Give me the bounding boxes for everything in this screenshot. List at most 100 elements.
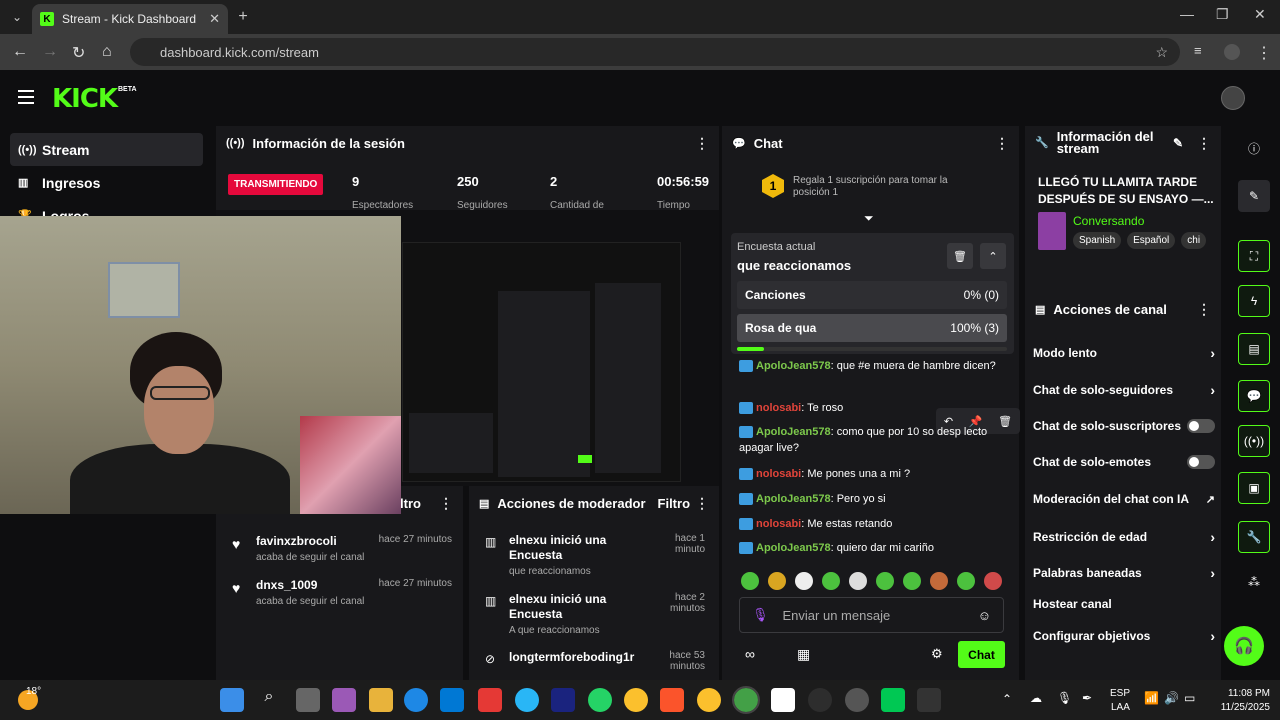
store-icon[interactable]: ▦	[797, 646, 810, 663]
language-code[interactable]: ESP	[1110, 688, 1130, 699]
feed-menu-icon[interactable]: ⋮	[439, 495, 453, 512]
tab-close-icon[interactable]: ✕	[209, 11, 220, 27]
maximize-icon[interactable]: ❐	[1216, 6, 1229, 23]
tools-icon[interactable]: 🔧	[1238, 521, 1270, 553]
action-goals[interactable]: Configurar objetivos ›	[1033, 628, 1215, 644]
battery-icon[interactable]: ▭	[1184, 691, 1195, 705]
document-icon[interactable]: ▤	[1238, 333, 1270, 365]
screen-capture-icon[interactable]: ⛶	[1238, 240, 1270, 272]
chat-username[interactable]: nolosabi	[756, 402, 801, 414]
tray-chevron-icon[interactable]: ⌃	[1002, 692, 1012, 706]
chrome-icon[interactable]	[697, 688, 721, 712]
chat-username[interactable]: ApoloJean578	[756, 426, 831, 438]
action-banned-words[interactable]: Palabras baneadas ›	[1033, 565, 1215, 581]
emote-icon[interactable]	[822, 572, 840, 590]
action-host-channel[interactable]: Hostear canal	[1033, 597, 1215, 611]
file-explorer-icon[interactable]	[369, 688, 393, 712]
emoji-icon[interactable]: ☺	[978, 608, 991, 623]
session-menu-icon[interactable]: ⋮	[695, 135, 709, 152]
browser-menu-icon[interactable]: ⋮	[1256, 43, 1272, 63]
new-tab-icon[interactable]: +	[232, 6, 254, 28]
reload-icon[interactable]: ↻	[72, 43, 85, 63]
send-chat-button[interactable]: Chat	[958, 641, 1005, 668]
back-icon[interactable]: ←	[12, 43, 28, 61]
wifi-icon[interactable]: 📶	[1144, 691, 1159, 705]
menu-icon[interactable]	[18, 90, 34, 104]
media-icon[interactable]: ≡	[1194, 43, 1202, 58]
chat-menu-icon[interactable]: ⋮	[995, 135, 1009, 152]
capcut-icon[interactable]	[771, 688, 795, 712]
language-layout[interactable]: LAA	[1111, 702, 1130, 713]
tag[interactable]: chi	[1181, 232, 1207, 249]
poll-delete-icon[interactable]: 🗑	[947, 243, 973, 269]
windows-start-icon[interactable]	[220, 688, 244, 712]
chat-input[interactable]: 🎙 Enviar un mensaje ☺	[739, 597, 1004, 633]
support-headset-icon[interactable]: 🎧	[1224, 626, 1264, 666]
user-avatar[interactable]	[1221, 86, 1245, 110]
bookmark-star-icon[interactable]: ☆	[1155, 44, 1168, 61]
steam-icon[interactable]	[551, 688, 575, 712]
copilot-icon[interactable]	[332, 688, 356, 712]
emote-icon[interactable]	[957, 572, 975, 590]
browser-tab[interactable]: K Stream - Kick Dashboard ✕	[32, 4, 228, 34]
whatsapp-icon[interactable]	[588, 688, 612, 712]
broadcast-rail-icon[interactable]: ((•))	[1238, 425, 1270, 457]
settings-icon[interactable]: ⚙	[931, 646, 943, 662]
stream-info-menu-icon[interactable]: ⋮	[1197, 136, 1211, 150]
search-icon[interactable]: ⌕	[257, 688, 281, 712]
kick-app-icon[interactable]	[881, 688, 905, 712]
emote-icon[interactable]	[795, 572, 813, 590]
action-slow-mode[interactable]: Modo lento ›	[1033, 345, 1215, 361]
emote-icon[interactable]	[849, 572, 867, 590]
info-icon[interactable]: ⓘ	[1238, 132, 1270, 164]
emote-icon[interactable]	[876, 572, 894, 590]
poll-collapse-icon[interactable]: ⌃	[980, 243, 1006, 269]
emote-icon[interactable]	[741, 572, 759, 590]
mod-filter-button[interactable]: Filtro	[658, 496, 691, 511]
chrome-icon[interactable]	[624, 688, 648, 712]
chat-username[interactable]: nolosabi	[756, 518, 801, 530]
emote-icon[interactable]	[930, 572, 948, 590]
app-icon[interactable]	[515, 688, 539, 712]
emote-icon[interactable]	[768, 572, 786, 590]
action-age-restriction[interactable]: Restricción de edad ›	[1033, 529, 1215, 545]
action-followers-only[interactable]: Chat de solo-seguidores ›	[1033, 382, 1215, 398]
tag[interactable]: Spanish	[1073, 232, 1122, 249]
profile-icon[interactable]	[1224, 44, 1240, 60]
brave-icon[interactable]	[660, 688, 684, 712]
kick-logo[interactable]: KICK	[52, 84, 118, 114]
chat-username[interactable]: nolosabi	[756, 468, 801, 480]
store-app-icon[interactable]	[440, 688, 464, 712]
edit-pencil-icon[interactable]: ✎	[1238, 180, 1270, 212]
subscribers-only-toggle[interactable]	[1187, 419, 1215, 433]
channel-actions-menu-icon[interactable]: ⋮	[1197, 301, 1211, 318]
pen-icon[interactable]: ✒	[1082, 691, 1092, 705]
edit-icon[interactable]: ✎	[1173, 137, 1183, 149]
emote-icon[interactable]	[984, 572, 1002, 590]
task-view-icon[interactable]	[296, 688, 320, 712]
category-thumbnail[interactable]	[1038, 212, 1066, 250]
tab-search-icon[interactable]: ⌄	[6, 6, 28, 28]
cloud-icon[interactable]: ☁	[1030, 691, 1042, 705]
mic-icon[interactable]: 🎙	[752, 607, 769, 623]
obs-icon[interactable]	[845, 688, 869, 712]
app-icon[interactable]	[808, 688, 832, 712]
tag[interactable]: Español	[1127, 232, 1176, 249]
clock-time[interactable]: 11:08 PM	[1214, 688, 1270, 699]
feed-filter-label[interactable]: ltro	[400, 496, 421, 511]
sidebar-item-stream[interactable]: ((•)) Stream	[10, 133, 203, 166]
category-name[interactable]: Conversando	[1073, 214, 1144, 228]
epic-games-icon[interactable]	[917, 688, 941, 712]
home-icon[interactable]: ⌂	[102, 43, 112, 61]
app-icon[interactable]	[478, 688, 502, 712]
chat-username[interactable]: ApoloJean578	[756, 542, 831, 554]
chat-username[interactable]: ApoloJean578	[756, 360, 831, 372]
action-ai-moderation[interactable]: Moderación del chat con IA ↗	[1033, 492, 1215, 506]
chat-icon[interactable]: 💬	[1238, 380, 1270, 412]
collapse-icon[interactable]: ⏷	[864, 211, 874, 226]
emote-icon[interactable]	[903, 572, 921, 590]
emotes-only-toggle[interactable]	[1187, 455, 1215, 469]
apps-icon[interactable]: ⁂	[1238, 566, 1270, 598]
forward-icon[interactable]: →	[42, 43, 58, 61]
sidebar-item-ingresos[interactable]: ▥ Ingresos	[10, 166, 203, 199]
